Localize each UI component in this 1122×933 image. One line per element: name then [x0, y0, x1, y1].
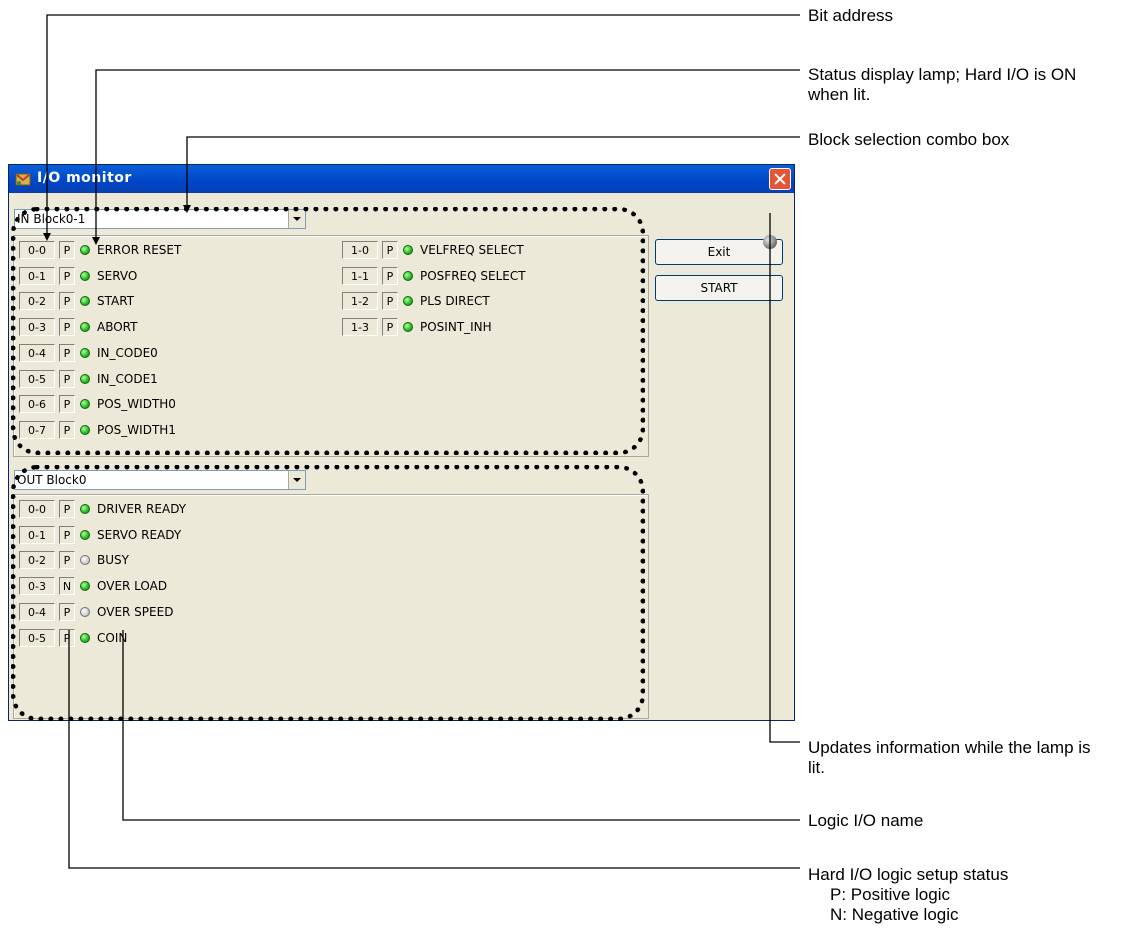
- title-bar[interactable]: I/O monitor: [9, 165, 794, 193]
- callout-negative-logic: N: Negative logic: [830, 905, 959, 924]
- start-button[interactable]: START: [655, 275, 783, 301]
- update-lamp: [763, 235, 777, 249]
- out-block-highlight: [11, 465, 645, 721]
- in-block-highlight: [11, 207, 645, 455]
- callout-update-lamp: Updates information while the lamp is li…: [808, 738, 1091, 777]
- callout-logic-name: Logic I/O name: [808, 811, 924, 830]
- callout-logic-setup-title: Hard I/O logic setup status: [808, 865, 1009, 884]
- window-client: IN Block0-1 0-0 P ERROR RESET 0-1 P SERVO 0-2 P…: [9, 193, 794, 721]
- close-button[interactable]: [769, 168, 791, 190]
- callout-logic-setup: Hard I/O logic setup status P: Positive …: [808, 865, 1008, 925]
- app-icon: [15, 173, 31, 186]
- window-title: I/O monitor: [37, 170, 132, 186]
- callout-positive-logic: P: Positive logic: [830, 885, 950, 904]
- callout-bit-address: Bit address: [808, 6, 894, 25]
- callout-status-lamp: Status display lamp; Hard I/O is ON when…: [808, 65, 1077, 104]
- callout-block-combo: Block selection combo box: [808, 130, 1010, 149]
- io-monitor-window: I/O monitor IN Block0-1 0-0 P ERROR RESET 0…: [8, 164, 795, 721]
